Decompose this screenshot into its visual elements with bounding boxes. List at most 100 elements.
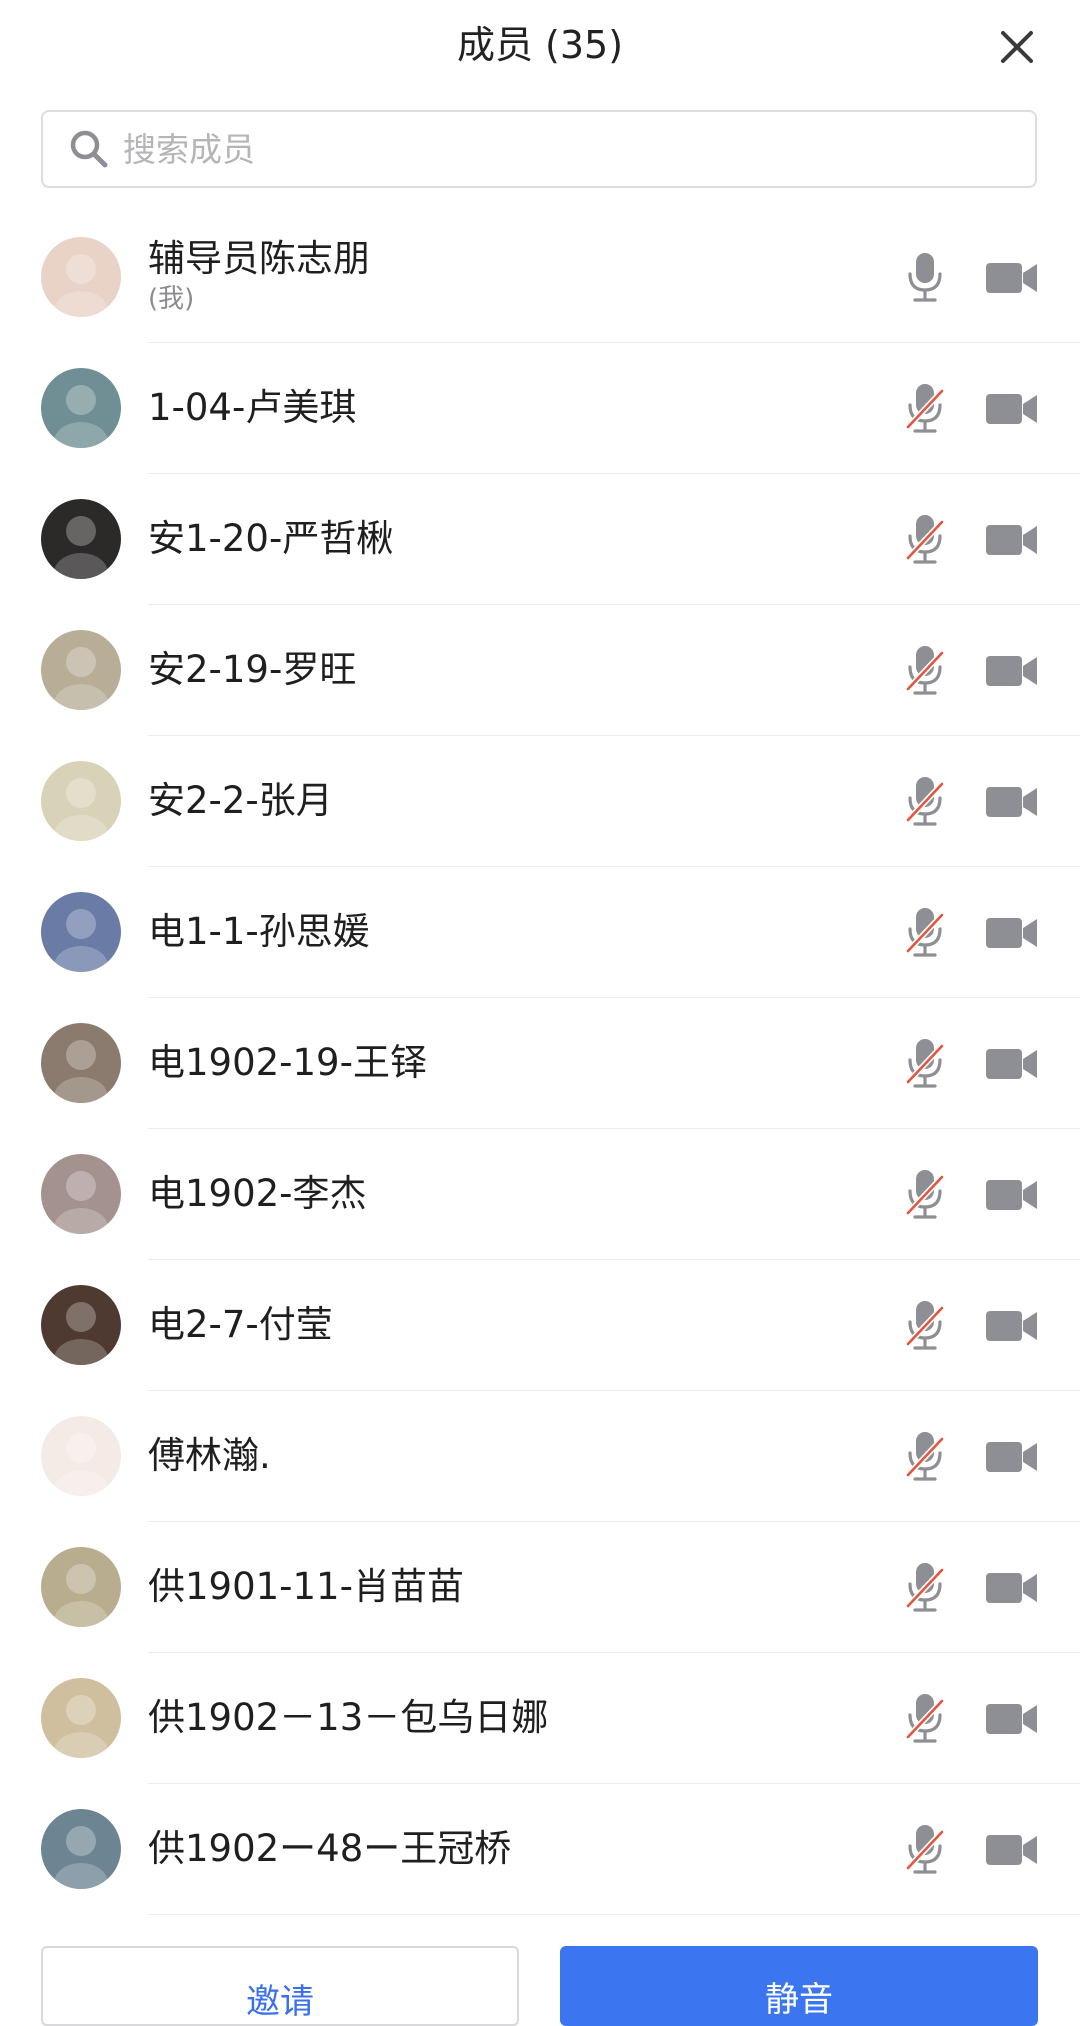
video-camera-icon	[986, 263, 1037, 293]
mic-muted-button[interactable]	[897, 1427, 953, 1487]
member-name: 电2-7-付莹	[148, 1303, 333, 1346]
member-name: 1-04-卢美琪	[148, 386, 357, 429]
avatar[interactable]	[41, 892, 121, 972]
avatar[interactable]	[41, 1023, 121, 1103]
member-row[interactable]: 安2-19-罗旺	[0, 605, 1080, 736]
camera-button[interactable]	[982, 907, 1042, 959]
mic-muted-icon	[905, 908, 945, 957]
mic-muted-button[interactable]	[897, 1034, 953, 1094]
mic-muted-button[interactable]	[897, 1558, 953, 1618]
member-row[interactable]: 傅林瀚.	[0, 1391, 1080, 1522]
member-row[interactable]: 供1902ー48ー王冠桥	[0, 1784, 1080, 1915]
avatar[interactable]	[41, 499, 121, 579]
camera-button[interactable]	[982, 252, 1042, 304]
avatar[interactable]	[41, 368, 121, 448]
video-camera-icon	[986, 656, 1037, 686]
search-input[interactable]	[121, 128, 1005, 170]
member-name: 供1902ー48ー王冠桥	[148, 1827, 512, 1870]
mic-muted-button[interactable]	[897, 1165, 953, 1225]
mic-muted-button[interactable]	[897, 1820, 953, 1880]
avatar[interactable]	[41, 1285, 121, 1365]
camera-button[interactable]	[982, 776, 1042, 828]
avatar[interactable]	[41, 1809, 121, 1889]
mic-muted-icon	[905, 515, 945, 564]
mic-muted-icon	[905, 1301, 945, 1350]
video-camera-icon	[986, 1311, 1037, 1341]
video-camera-icon	[986, 525, 1037, 555]
member-row[interactable]: 安1-20-严哲楸	[0, 474, 1080, 605]
video-camera-icon	[986, 394, 1037, 424]
mic-muted-icon	[905, 777, 945, 826]
member-self-tag: (我)	[148, 284, 195, 314]
mute-all-button[interactable]: 静音	[560, 1946, 1038, 2026]
mic-muted-icon	[905, 1170, 945, 1219]
mic-muted-icon	[905, 1563, 945, 1612]
member-list: 辅导员陈志朋 (我) 1-04-卢美琪安1-20-严哲楸 安2-19-罗旺安2-2-张…	[0, 212, 1080, 1915]
mic-button[interactable]	[897, 248, 953, 308]
member-name: 傅林瀚.	[148, 1434, 271, 1477]
header: 成员 (35)	[0, 0, 1080, 92]
close-icon	[1001, 31, 1033, 63]
member-row[interactable]: 1-04-卢美琪	[0, 343, 1080, 474]
avatar[interactable]	[41, 761, 121, 841]
video-camera-icon	[986, 918, 1037, 948]
avatar[interactable]	[41, 237, 121, 317]
camera-button[interactable]	[982, 383, 1042, 435]
member-row[interactable]: 电1902-李杰	[0, 1129, 1080, 1260]
member-row[interactable]: 供1902－13－包乌日娜	[0, 1653, 1080, 1784]
mic-muted-button[interactable]	[897, 1689, 953, 1749]
member-name: 供1901-11-肖苗苗	[148, 1565, 464, 1608]
camera-button[interactable]	[982, 645, 1042, 697]
search-icon	[67, 127, 111, 171]
mic-muted-icon	[905, 1825, 945, 1874]
mic-icon	[908, 253, 942, 302]
video-camera-icon	[986, 1442, 1037, 1472]
mic-muted-icon	[905, 646, 945, 695]
member-row[interactable]: 电1902-19-王铎	[0, 998, 1080, 1129]
mic-muted-icon	[905, 1694, 945, 1743]
camera-button[interactable]	[982, 514, 1042, 566]
camera-button[interactable]	[982, 1300, 1042, 1352]
camera-button[interactable]	[982, 1038, 1042, 1090]
avatar[interactable]	[41, 1416, 121, 1496]
avatar[interactable]	[41, 1547, 121, 1627]
mic-muted-button[interactable]	[897, 1296, 953, 1356]
member-name: 供1902－13－包乌日娜	[148, 1696, 549, 1739]
member-row[interactable]: 辅导员陈志朋 (我)	[0, 212, 1080, 343]
member-name: 辅导员陈志朋	[148, 237, 370, 280]
divider	[148, 1914, 1080, 1915]
mic-muted-button[interactable]	[897, 903, 953, 963]
member-row[interactable]: 供1901-11-肖苗苗	[0, 1522, 1080, 1653]
member-name: 电1902-19-王铎	[148, 1041, 427, 1084]
search-box[interactable]	[41, 110, 1037, 188]
member-row[interactable]: 电2-7-付莹	[0, 1260, 1080, 1391]
member-name: 电1-1-孙思媛	[148, 910, 370, 953]
page-title: 成员 (35)	[456, 23, 624, 67]
member-row[interactable]: 电1-1-孙思媛	[0, 867, 1080, 998]
mic-muted-icon	[905, 1432, 945, 1481]
mic-muted-button[interactable]	[897, 641, 953, 701]
avatar[interactable]	[41, 1678, 121, 1758]
video-camera-icon	[986, 1704, 1037, 1734]
member-row[interactable]: 安2-2-张月	[0, 736, 1080, 867]
video-camera-icon	[986, 1049, 1037, 1079]
mic-muted-button[interactable]	[897, 772, 953, 832]
video-camera-icon	[986, 1835, 1037, 1865]
mic-muted-icon	[905, 384, 945, 433]
close-button[interactable]	[992, 22, 1042, 72]
camera-button[interactable]	[982, 1431, 1042, 1483]
avatar[interactable]	[41, 630, 121, 710]
camera-button[interactable]	[982, 1562, 1042, 1614]
camera-button[interactable]	[982, 1824, 1042, 1876]
video-camera-icon	[986, 1180, 1037, 1210]
invite-button[interactable]: 邀请	[41, 1946, 519, 2026]
mic-muted-button[interactable]	[897, 510, 953, 570]
video-camera-icon	[986, 787, 1037, 817]
camera-button[interactable]	[982, 1693, 1042, 1745]
mic-muted-button[interactable]	[897, 379, 953, 439]
member-name: 电1902-李杰	[148, 1172, 367, 1215]
camera-button[interactable]	[982, 1169, 1042, 1221]
avatar[interactable]	[41, 1154, 121, 1234]
member-name: 安2-2-张月	[148, 779, 333, 822]
video-camera-icon	[986, 1573, 1037, 1603]
